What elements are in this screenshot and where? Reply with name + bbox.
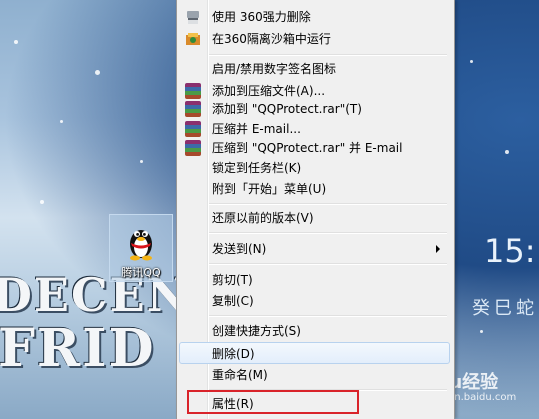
menu-item-add-to-qqprotect-rar[interactable]: 添加到 "QQProtect.rar"(T)	[179, 98, 450, 120]
snowflake	[505, 150, 509, 154]
menu-item-label: 复制(C)	[212, 294, 254, 308]
winrar-icon	[185, 140, 201, 156]
menu-item-label: 还原以前的版本(V)	[212, 211, 314, 225]
wallpaper-banner-line2: FRID	[0, 318, 156, 379]
shredder-icon	[187, 11, 199, 24]
menu-item-label: 添加到 "QQProtect.rar"(T)	[212, 102, 362, 116]
snowflake	[40, 200, 44, 204]
sandbox-icon	[186, 33, 200, 45]
menu-item-cut[interactable]: 剪切(T)	[179, 269, 450, 291]
menu-item-label: 压缩到 "QQProtect.rar" 并 E-mail	[212, 141, 403, 155]
menu-item-label: 使用 360强力删除	[212, 10, 311, 24]
menu-item-rename[interactable]: 重命名(M)	[179, 364, 450, 386]
context-menu: 使用 360强力删除 在360隔离沙箱中运行 启用/禁用数字签名图标 添加到压缩…	[176, 0, 455, 419]
snowflake	[14, 40, 18, 44]
menu-separator	[209, 54, 447, 56]
snowflake	[470, 60, 473, 63]
menu-item-360-force-delete[interactable]: 使用 360强力删除	[179, 6, 450, 28]
wallpaper-date: 癸巳蛇	[472, 298, 538, 319]
menu-item-copy[interactable]: 复制(C)	[179, 290, 450, 312]
menu-separator	[209, 263, 447, 265]
submenu-arrow-icon	[436, 245, 440, 253]
menu-item-360-sandbox-run[interactable]: 在360隔离沙箱中运行	[179, 28, 450, 50]
snowflake	[140, 160, 143, 163]
menu-item-restore-previous-versions[interactable]: 还原以前的版本(V)	[179, 207, 450, 229]
winrar-icon	[185, 121, 201, 137]
menu-item-label: 在360隔离沙箱中运行	[212, 32, 331, 46]
menu-item-label: 启用/禁用数字签名图标	[212, 62, 337, 76]
snowflake	[60, 120, 63, 123]
snowflake	[480, 330, 483, 333]
snowflake	[95, 70, 100, 75]
wallpaper-clock: 15:	[484, 232, 536, 270]
winrar-icon	[185, 101, 201, 117]
winrar-icon	[185, 83, 201, 99]
menu-item-label: 发送到(N)	[212, 242, 267, 256]
menu-item-label: 重命名(M)	[212, 368, 268, 382]
menu-separator	[209, 203, 447, 205]
menu-item-label: 锁定到任务栏(K)	[212, 161, 302, 175]
qq-penguin-icon	[130, 230, 152, 261]
menu-item-pin-to-taskbar[interactable]: 锁定到任务栏(K)	[179, 157, 450, 179]
menu-item-delete[interactable]: 删除(D)	[179, 342, 450, 364]
menu-item-label: 附到「开始」菜单(U)	[212, 182, 327, 196]
menu-item-create-shortcut[interactable]: 创建快捷方式(S)	[179, 320, 450, 342]
menu-item-compress-to-rar-and-email[interactable]: 压缩到 "QQProtect.rar" 并 E-mail	[179, 137, 450, 159]
properties-highlight-annotation	[187, 390, 359, 414]
menu-item-label: 删除(D)	[212, 347, 255, 361]
menu-item-label: 剪切(T)	[212, 273, 253, 287]
menu-separator	[209, 232, 447, 234]
desktop-icon-qq[interactable]: 腾讯QQ	[109, 214, 173, 282]
menu-item-label: 创建快捷方式(S)	[212, 324, 301, 338]
menu-item-toggle-signature-icon[interactable]: 启用/禁用数字签名图标	[179, 58, 450, 80]
menu-separator	[209, 315, 447, 317]
desktop-icon-label: 腾讯QQ	[121, 266, 161, 279]
menu-item-pin-to-start-menu[interactable]: 附到「开始」菜单(U)	[179, 178, 450, 200]
menu-item-send-to[interactable]: 发送到(N)	[179, 238, 450, 260]
